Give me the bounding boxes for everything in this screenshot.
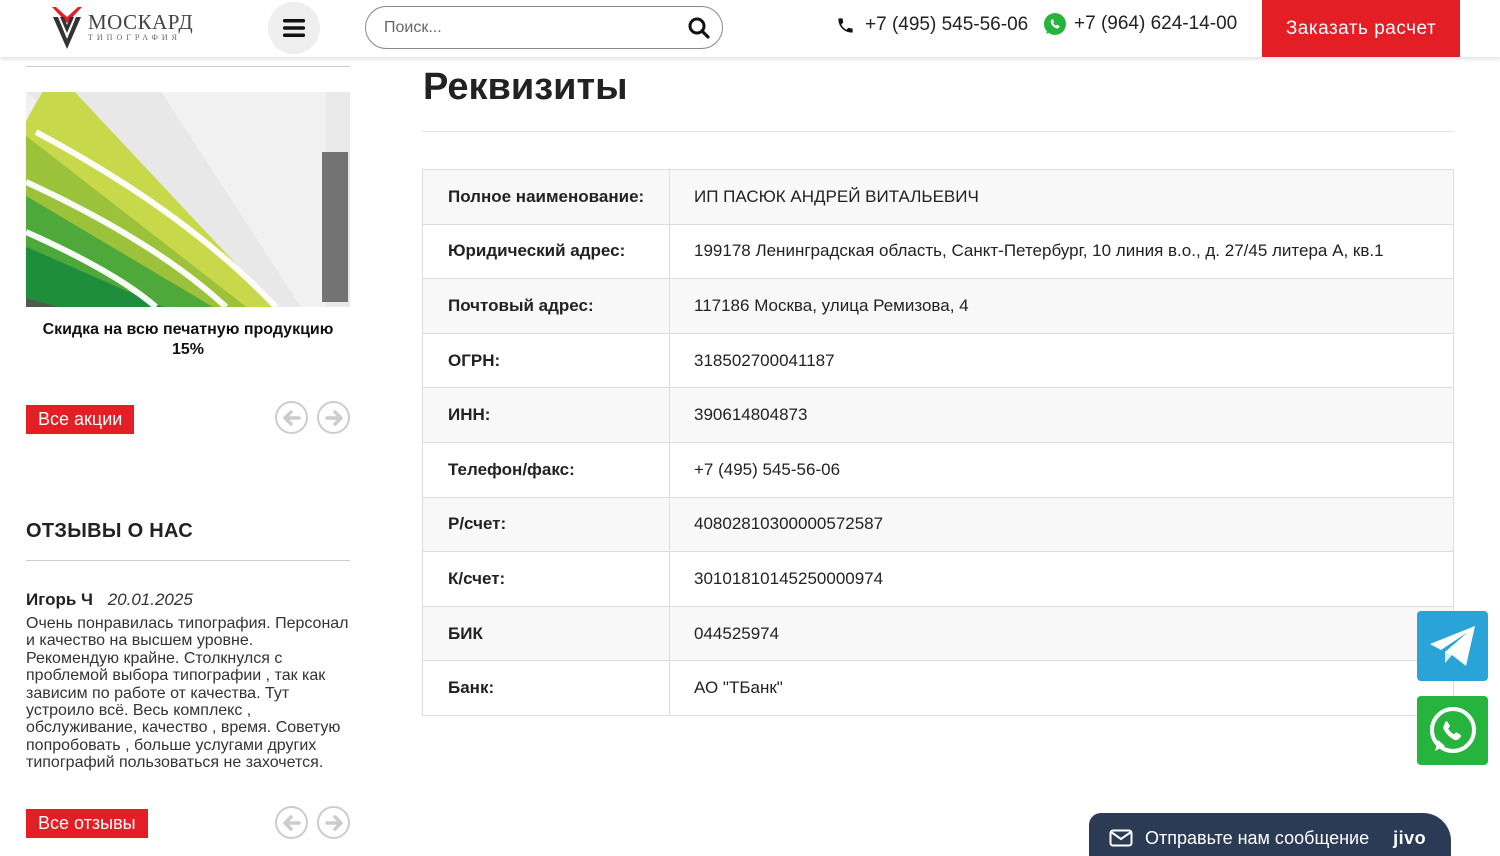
row-value: АО "ТБанк" xyxy=(669,660,1454,716)
color-swatch-fan-image xyxy=(26,92,350,307)
row-key: Юридический адрес: xyxy=(422,223,670,280)
promo-image[interactable] xyxy=(26,92,350,307)
row-value: 199178 Ленинградская область, Санкт-Пете… xyxy=(669,223,1454,280)
review-header: Игорь Ч 20.01.2025 xyxy=(26,590,193,610)
row-value: 390614804873 xyxy=(669,387,1454,443)
review-author: Игорь Ч xyxy=(26,590,93,609)
whatsapp-icon xyxy=(1044,13,1066,35)
table-row: Полное наименование: ИП ПАСЮК АНДРЕЙ ВИТА… xyxy=(422,169,1454,225)
sidebar-divider xyxy=(26,66,350,67)
review-text: Очень понравилась типография. Персонал и… xyxy=(26,615,349,772)
order-calculation-button[interactable]: Заказать расчет xyxy=(1262,0,1460,57)
chat-label: Отправьте нам сообщение xyxy=(1145,827,1370,848)
phone-number-1: +7 (495) 545-56-06 xyxy=(865,14,1029,35)
phone-link-2[interactable]: +7 (964) 624-14-00 xyxy=(1042,11,1237,37)
requisites-table: Полное наименование: ИП ПАСЮК АНДРЕЙ ВИТА… xyxy=(422,169,1454,716)
table-row: ИНН: 390614804873 xyxy=(422,387,1454,443)
row-value: 117186 Москва, улица Ремизова, 4 xyxy=(669,278,1454,334)
title-divider xyxy=(422,131,1454,132)
row-key: ИНН: xyxy=(422,387,670,443)
reviews-divider xyxy=(26,560,350,561)
phone-link-1[interactable]: +7 (495) 545-56-06 xyxy=(836,14,1028,36)
phone-icon xyxy=(838,17,853,33)
table-row: Телефон/факс: +7 (495) 545-56-06 xyxy=(422,441,1454,498)
row-value: 40802810300000572587 xyxy=(669,496,1454,553)
review-next-button[interactable] xyxy=(317,806,350,839)
table-row: Юридический адрес: 199178 Ленинградская о… xyxy=(422,223,1454,280)
row-value: ИП ПАСЮК АНДРЕЙ ВИТАЛЬЕВИЧ xyxy=(669,169,1454,225)
promo-title[interactable]: Скидка на всю печатную продукцию 15% xyxy=(26,320,350,360)
site-header: МОСКАРД ТИПОГРАФИЯ +7 (495) 545-56-06 +7… xyxy=(0,0,1500,57)
hamburger-icon xyxy=(283,19,305,37)
table-row: ОГРН: 318502700041187 xyxy=(422,332,1454,389)
telegram-button[interactable] xyxy=(1417,611,1488,681)
arrow-left-icon xyxy=(282,409,301,426)
row-value: 30101810145250000974 xyxy=(669,551,1454,607)
row-key: Полное наименование: xyxy=(422,169,670,225)
all-reviews-button[interactable]: Все отзывы xyxy=(26,809,148,838)
row-key: Банк: xyxy=(422,660,670,716)
arrow-right-icon xyxy=(324,409,343,426)
promo-prev-button[interactable] xyxy=(275,401,308,434)
whatsapp-button[interactable] xyxy=(1417,696,1488,765)
promo-next-button[interactable] xyxy=(317,401,350,434)
menu-button[interactable] xyxy=(268,2,320,54)
row-value: 044525974 xyxy=(669,605,1454,662)
review-prev-button[interactable] xyxy=(275,806,308,839)
whatsapp-icon xyxy=(1429,706,1476,753)
arrow-left-icon xyxy=(282,814,301,831)
table-row: Почтовый адрес: 117186 Москва, улица Реми… xyxy=(422,278,1454,334)
review-date: 20.01.2025 xyxy=(107,590,193,609)
row-value: +7 (495) 545-56-06 xyxy=(669,441,1454,498)
row-key: Почтовый адрес: xyxy=(422,278,670,334)
page-title: Реквизиты xyxy=(423,66,628,108)
logo-mark-icon xyxy=(52,7,82,49)
logo-name: МОСКАРД xyxy=(88,10,194,34)
reviews-heading: ОТЗЫВЫ О НАС xyxy=(26,520,194,542)
logo[interactable]: МОСКАРД ТИПОГРАФИЯ xyxy=(50,2,200,52)
table-row: Банк: АО "ТБанк" xyxy=(422,660,1454,716)
table-row: К/счет: 30101810145250000974 xyxy=(422,551,1454,607)
row-key: Телефон/факс: xyxy=(422,441,670,498)
chat-widget[interactable]: Отправьте нам сообщение jivo xyxy=(1089,813,1451,856)
chat-brand: jivo xyxy=(1393,827,1427,848)
phone-number-2: +7 (964) 624-14-00 xyxy=(1074,13,1238,34)
search-icon[interactable] xyxy=(688,17,710,39)
table-row: БИК 044525974 xyxy=(422,605,1454,662)
all-promos-button[interactable]: Все акции xyxy=(26,405,135,434)
row-key: К/счет: xyxy=(422,551,670,607)
search-input[interactable] xyxy=(384,18,688,37)
arrow-right-icon xyxy=(324,814,343,831)
mail-icon xyxy=(1109,829,1133,847)
logo-subtitle: ТИПОГРАФИЯ xyxy=(88,33,181,42)
row-value: 318502700041187 xyxy=(669,332,1454,389)
row-key: БИК xyxy=(422,605,670,662)
table-row: Р/счет: 40802810300000572587 xyxy=(422,496,1454,553)
search-box xyxy=(365,6,723,49)
row-key: Р/счет: xyxy=(422,496,670,553)
telegram-icon xyxy=(1429,626,1475,666)
row-key: ОГРН: xyxy=(422,332,670,389)
